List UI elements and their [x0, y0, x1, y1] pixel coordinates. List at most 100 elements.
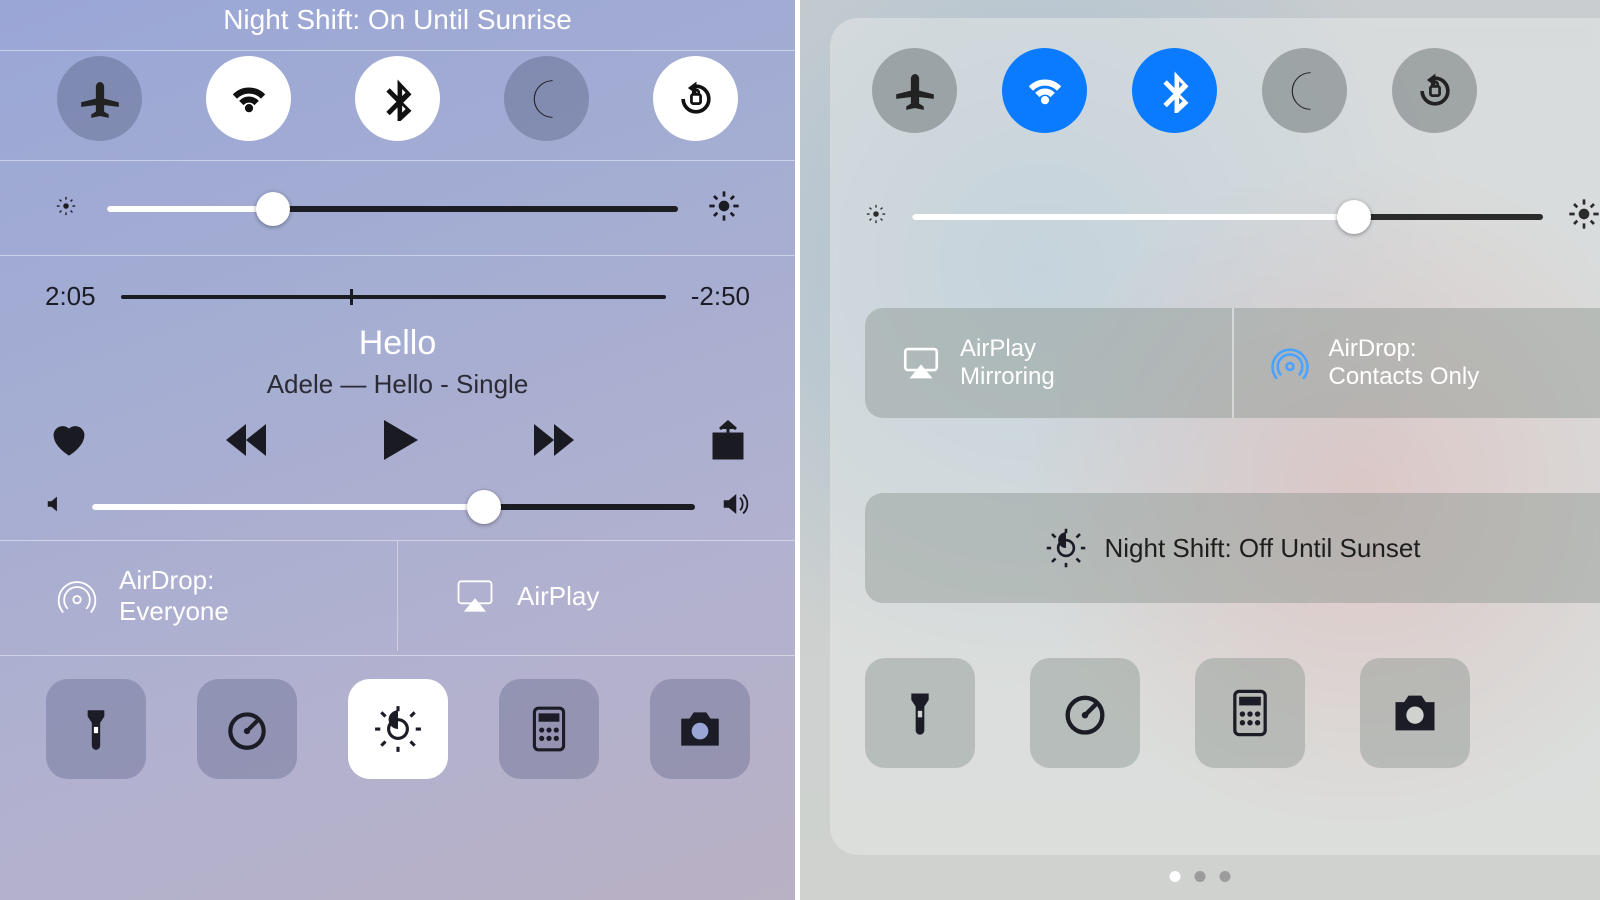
utility-shortcuts: [865, 658, 1600, 768]
airdrop-label1: AirDrop:: [1329, 335, 1480, 363]
utility-shortcuts: [0, 655, 795, 801]
timer-button[interactable]: [1030, 658, 1140, 768]
camera-icon: [1389, 687, 1441, 739]
control-center-card: AirPlay Mirroring AirDrop: Contacts Only…: [830, 18, 1600, 855]
timer-icon: [222, 704, 272, 754]
play-icon: [380, 418, 420, 462]
night-shift-icon: [1045, 527, 1087, 569]
control-center-ios9: Night Shift: On Until Sunrise: [0, 0, 795, 900]
connectivity-toggles: [830, 48, 1600, 133]
wifi-toggle[interactable]: [206, 56, 291, 141]
track-subtitle: Adele — Hello - Single: [45, 369, 750, 400]
camera-button[interactable]: [1360, 658, 1470, 768]
play-button[interactable]: [380, 418, 420, 467]
brightness-slider[interactable]: [107, 206, 678, 212]
bluetooth-icon: [376, 77, 420, 121]
airdrop-value: Everyone: [119, 596, 229, 627]
scrubber[interactable]: [121, 295, 666, 299]
rewind-icon: [222, 420, 270, 460]
airplay-label1: AirPlay: [960, 335, 1055, 363]
airdrop-icon: [55, 574, 99, 618]
airdrop-label2: Contacts Only: [1329, 363, 1480, 391]
brightness-slider-row: [865, 198, 1600, 235]
bluetooth-toggle[interactable]: [355, 56, 440, 141]
previous-button[interactable]: [222, 420, 270, 465]
night-shift-label: Night Shift: Off Until Sunset: [1105, 533, 1421, 564]
airplane-mode-toggle[interactable]: [872, 48, 957, 133]
night-shift-button[interactable]: Night Shift: Off Until Sunset: [865, 493, 1600, 603]
now-playing: Hello Adele — Hello - Single: [45, 324, 750, 400]
page-indicator[interactable]: [1170, 871, 1231, 882]
flashlight-button[interactable]: [46, 679, 146, 779]
rotation-lock-icon: [674, 77, 718, 121]
calculator-icon: [1224, 687, 1276, 739]
airdrop-button[interactable]: AirDrop: Contacts Only: [1232, 308, 1600, 418]
do-not-disturb-toggle[interactable]: [504, 56, 589, 141]
camera-button[interactable]: [650, 679, 750, 779]
airplay-label: AirPlay: [517, 581, 599, 612]
forward-icon: [530, 420, 578, 460]
share-icon: [711, 420, 745, 460]
calculator-button[interactable]: [1195, 658, 1305, 768]
airdrop-icon: [1269, 342, 1311, 384]
flashlight-button[interactable]: [865, 658, 975, 768]
brightness-slider-row: [0, 160, 795, 256]
brightness-high-icon: [1568, 198, 1600, 235]
airdrop-button[interactable]: AirDrop: Everyone: [0, 541, 397, 651]
timer-button[interactable]: [197, 679, 297, 779]
like-button[interactable]: [50, 421, 88, 464]
calculator-icon: [524, 704, 574, 754]
night-shift-button[interactable]: [348, 679, 448, 779]
airplane-mode-toggle[interactable]: [57, 56, 142, 141]
connectivity-toggles: [0, 50, 795, 146]
heart-icon: [50, 421, 88, 459]
bluetooth-icon: [1153, 69, 1197, 113]
wifi-icon: [227, 77, 271, 121]
sharing-row: AirDrop: Everyone AirPlay: [0, 540, 795, 651]
airdrop-label: AirDrop:: [119, 565, 229, 596]
brightness-low-icon: [55, 195, 77, 222]
night-shift-status: Night Shift: On Until Sunrise: [0, 4, 795, 36]
track-title: Hello: [45, 324, 750, 363]
control-center-ios10: AirPlay Mirroring AirDrop: Contacts Only…: [800, 0, 1600, 900]
rotation-lock-toggle[interactable]: [653, 56, 738, 141]
airplay-label2: Mirroring: [960, 363, 1055, 391]
do-not-disturb-toggle[interactable]: [1262, 48, 1347, 133]
volume-low-icon: [45, 493, 67, 520]
scrubber-row: 2:05 -2:50: [45, 281, 750, 312]
volume-high-icon: [720, 489, 750, 524]
page-dot: [1195, 871, 1206, 882]
brightness-high-icon: [708, 190, 740, 227]
volume-slider[interactable]: [92, 504, 695, 510]
timer-icon: [1059, 687, 1111, 739]
brightness-low-icon: [865, 203, 887, 230]
elapsed-time: 2:05: [45, 281, 96, 312]
camera-icon: [675, 704, 725, 754]
airplay-mirroring-button[interactable]: AirPlay Mirroring: [865, 308, 1232, 418]
page-dot: [1220, 871, 1231, 882]
calculator-button[interactable]: [499, 679, 599, 779]
wifi-icon: [1023, 69, 1067, 113]
brightness-slider[interactable]: [912, 214, 1543, 220]
airplay-icon: [453, 574, 497, 618]
media-controls: 2:05 -2:50 Hello Adele — Hello - Single: [0, 255, 795, 561]
moon-icon: [525, 77, 569, 121]
night-shift-icon: [373, 704, 423, 754]
rotation-lock-toggle[interactable]: [1392, 48, 1477, 133]
flashlight-icon: [894, 687, 946, 739]
playback-controls: [45, 418, 750, 467]
next-button[interactable]: [530, 420, 578, 465]
rotation-lock-icon: [1413, 69, 1457, 113]
bluetooth-toggle[interactable]: [1132, 48, 1217, 133]
moon-icon: [1283, 69, 1327, 113]
wifi-toggle[interactable]: [1002, 48, 1087, 133]
airplay-icon: [900, 342, 942, 384]
volume-row: [45, 489, 750, 524]
airplay-airdrop-row: AirPlay Mirroring AirDrop: Contacts Only: [865, 308, 1600, 418]
airplane-icon: [78, 77, 122, 121]
airplane-icon: [893, 69, 937, 113]
page-dot: [1170, 871, 1181, 882]
share-button[interactable]: [711, 420, 745, 465]
flashlight-icon: [71, 704, 121, 754]
airplay-button[interactable]: AirPlay: [397, 541, 795, 651]
